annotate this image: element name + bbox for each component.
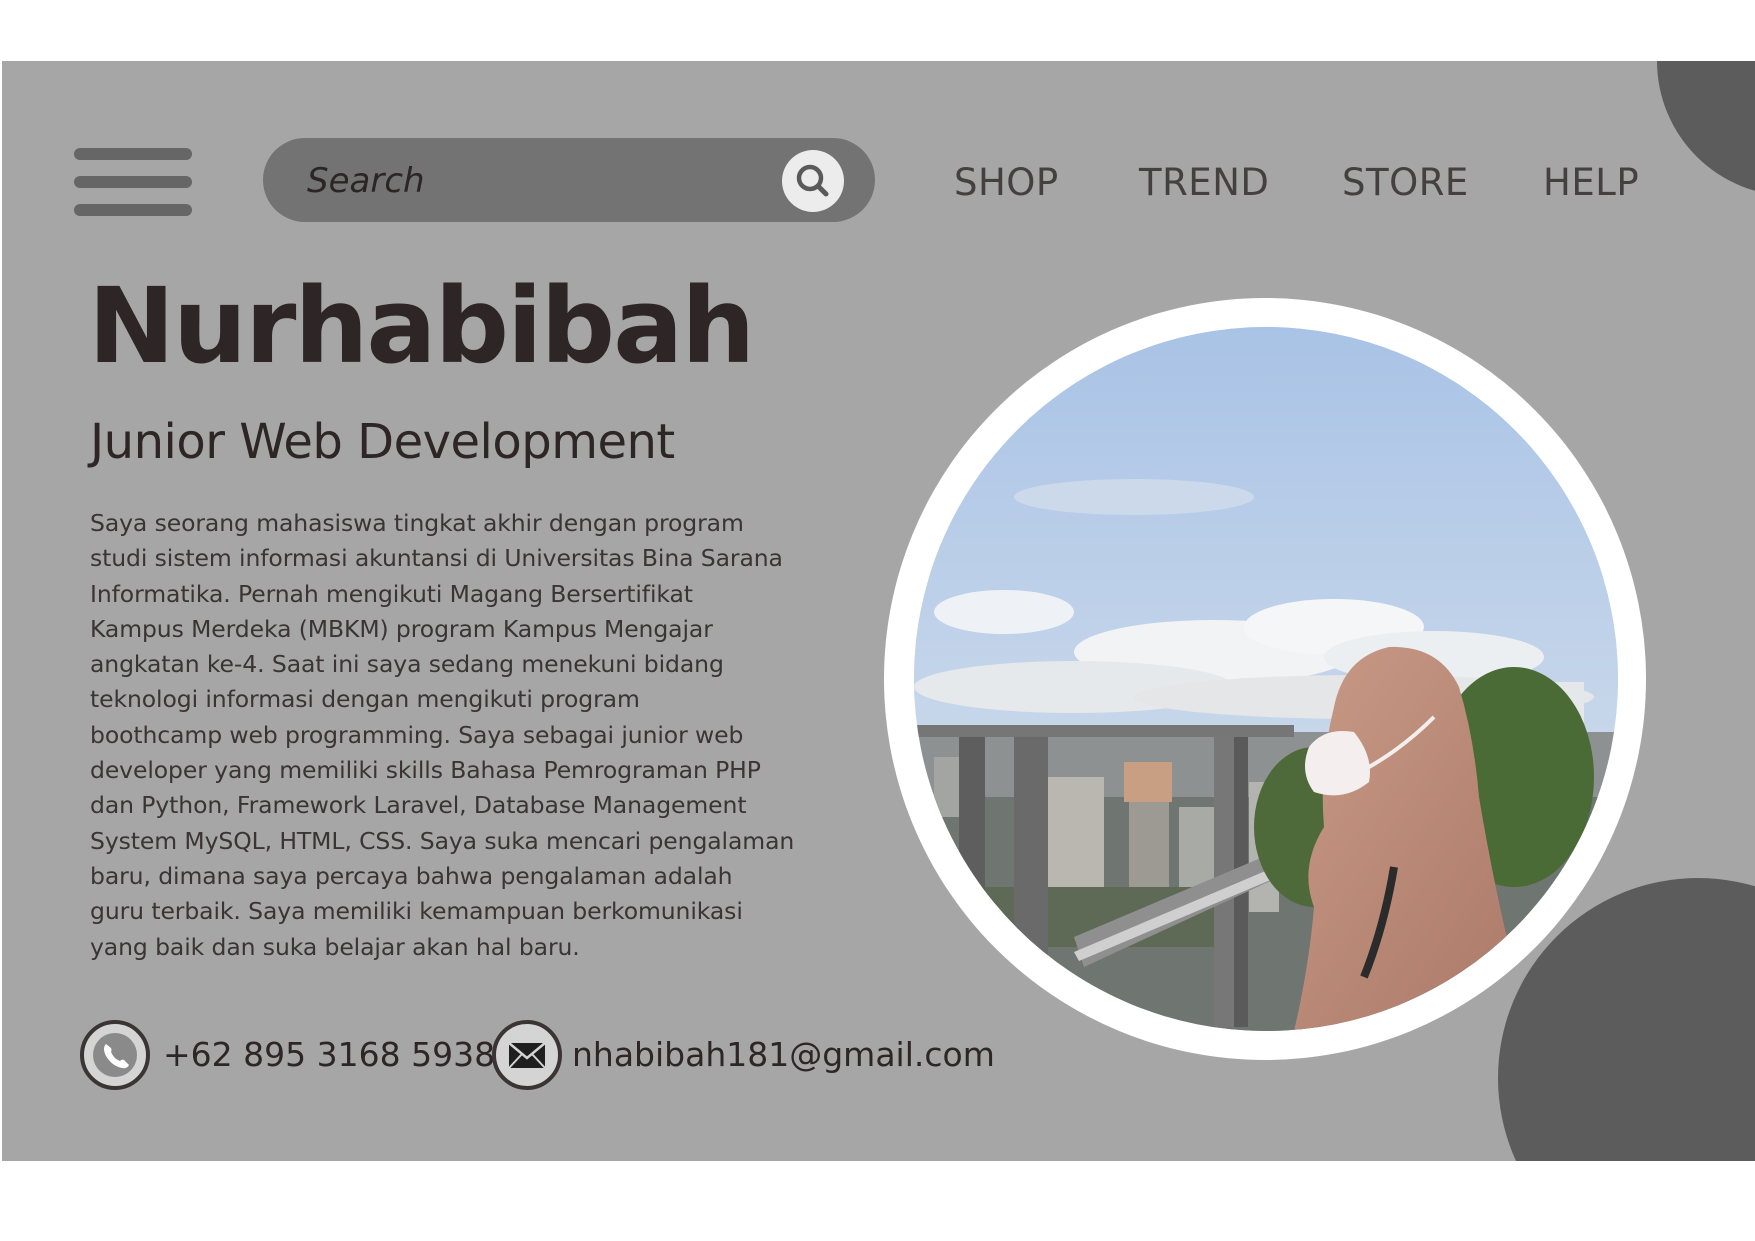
phone-icon[interactable] <box>80 1020 150 1090</box>
bio-line: teknologi informasi dengan mengikuti pro… <box>90 685 640 714</box>
contact-email[interactable]: nhabibah181@gmail.com <box>572 1038 995 1071</box>
envelope-icon[interactable] <box>492 1020 562 1090</box>
search-icon <box>796 164 829 197</box>
bio-line: Kampus Merdeka (MBKM) program Kampus Men… <box>90 614 713 643</box>
hamburger-menu-icon[interactable] <box>74 148 192 222</box>
bio-line: baru, dimana saya percaya bahwa pengalam… <box>90 861 733 890</box>
search-button[interactable] <box>782 150 844 212</box>
bio-line: System MySQL, HTML, CSS. Saya suka menca… <box>90 826 795 855</box>
nav-link-help[interactable]: HELP <box>1543 164 1639 201</box>
nav-link-shop[interactable]: SHOP <box>954 164 1059 201</box>
phone-glyph <box>93 1033 137 1077</box>
menu-bar <box>74 204 192 216</box>
bio-line: guru terbaik. Saya memiliki kemampuan be… <box>90 897 743 926</box>
decorative-circle-top-right <box>1657 61 1755 196</box>
bio-line: dan Python, Framework Laravel, Database … <box>90 791 747 820</box>
contact-phone[interactable]: +62 895 3168 5938 <box>163 1038 495 1071</box>
search-input[interactable] <box>305 152 769 210</box>
bio-line: yang baik dan suka belajar akan hal baru… <box>90 932 580 961</box>
bio-line: Saya seorang mahasiswa tingkat akhir den… <box>90 509 744 537</box>
bio-line: Informatika. Pernah mengikuti Magang Ber… <box>90 579 693 608</box>
profile-role: Junior Web Development <box>90 414 675 470</box>
bio-line: boothcamp web programming. Saya sebagai … <box>90 720 744 749</box>
profile-photo <box>914 327 1618 1031</box>
bio-line: developer yang memiliki skills Bahasa Pe… <box>90 756 761 785</box>
profile-name: Nurhabibah <box>88 265 755 387</box>
profile-bio: Saya seorang mahasiswa tingkat akhir den… <box>90 506 880 965</box>
bio-line: studi sistem informasi akuntansi di Univ… <box>90 544 783 573</box>
hero-section: SHOP TREND STORE HELP Nurhabibah Junior … <box>2 61 1755 1161</box>
menu-bar <box>74 148 192 160</box>
profile-photo-illustration <box>914 327 1618 1031</box>
nav-link-trend[interactable]: TREND <box>1139 164 1269 201</box>
nav-link-store[interactable]: STORE <box>1342 164 1469 201</box>
menu-bar <box>74 176 192 188</box>
bio-line: angkatan ke-4. Saat ini saya sedang mene… <box>90 650 724 679</box>
search-bar <box>263 138 875 222</box>
envelope-glyph <box>508 1042 546 1069</box>
